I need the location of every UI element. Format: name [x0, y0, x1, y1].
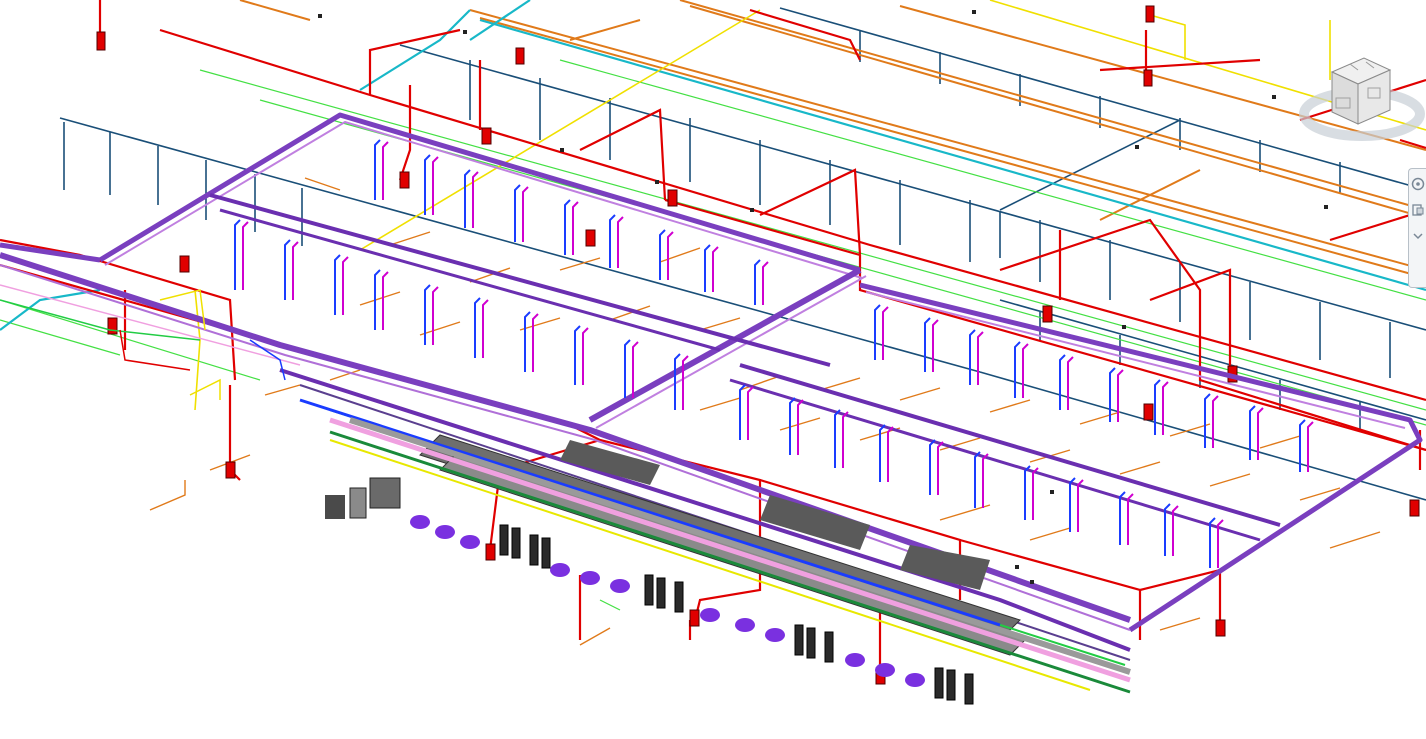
viewcube[interactable] — [1292, 52, 1426, 152]
zoom-icon[interactable] — [1410, 199, 1426, 221]
navigation-bar[interactable] — [1408, 168, 1426, 288]
orbit-icon[interactable] — [1410, 225, 1426, 247]
model-viewport[interactable] — [0, 0, 1426, 739]
steering-wheel-icon[interactable] — [1410, 173, 1426, 195]
domestic-water-network-back — [59, 7, 1426, 501]
model-canvas[interactable] — [0, 0, 1426, 739]
viewcube-icon[interactable] — [1292, 52, 1426, 152]
